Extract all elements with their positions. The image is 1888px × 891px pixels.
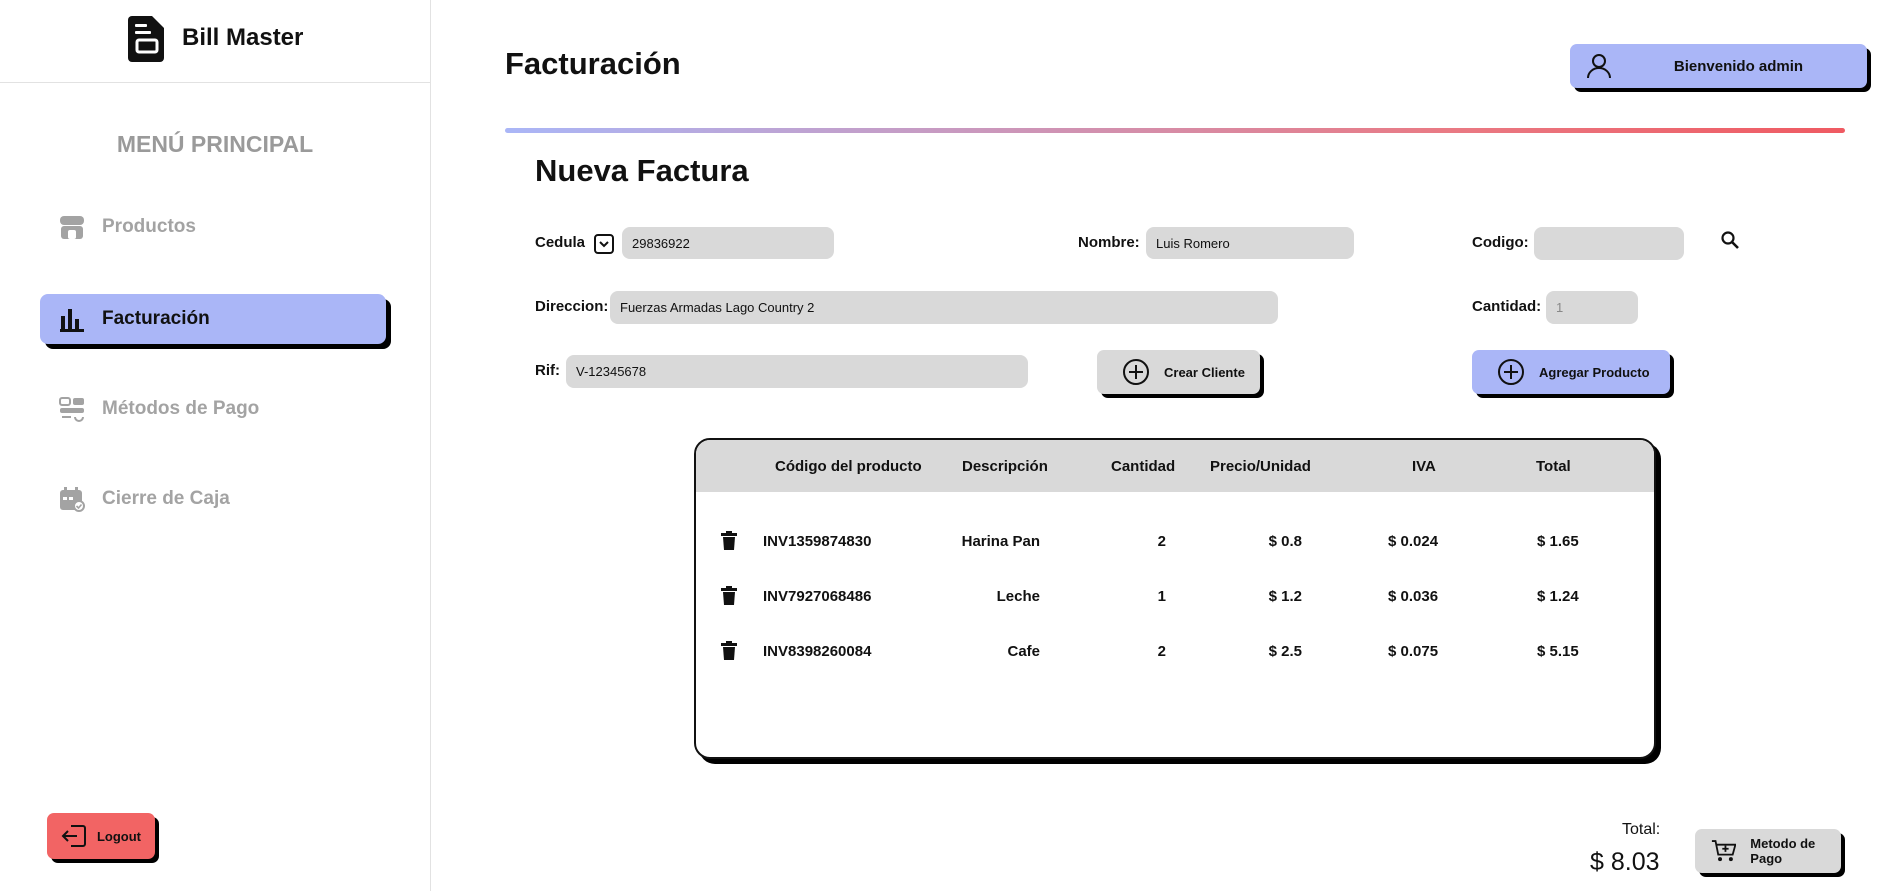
sidebar-item-metodos-de-pago[interactable]: Métodos de Pago	[40, 384, 386, 434]
user-menu-button[interactable]: Bienvenido admin	[1570, 44, 1867, 88]
logout-icon	[61, 824, 97, 848]
sidebar-item-label: Facturación	[102, 308, 210, 329]
trash-icon[interactable]	[720, 531, 738, 556]
codigo-label: Codigo:	[1472, 234, 1529, 251]
sidebar-item-productos[interactable]: Productos	[40, 202, 386, 252]
cell-cantidad: 1	[1157, 588, 1166, 605]
total-value: $ 8.03	[1590, 848, 1660, 876]
direccion-input[interactable]	[610, 291, 1278, 324]
table-row: INV1359874830 Harina Pan 2 $ 0.8 $ 0.024…	[696, 523, 1654, 563]
trash-icon[interactable]	[720, 586, 738, 611]
crear-cliente-button[interactable]: Crear Cliente	[1097, 350, 1260, 394]
direccion-label: Direccion:	[535, 298, 609, 315]
payment-methods-icon	[58, 395, 86, 423]
column-header-descripcion: Descripción	[962, 458, 1048, 475]
sidebar: Bill Master MENÚ PRINCIPAL Productos Fac…	[0, 0, 431, 891]
table-row: INV8398260084 Cafe 2 $ 2.5 $ 0.075 $ 5.1…	[696, 633, 1654, 673]
column-header-codigo: Código del producto	[775, 458, 922, 475]
cell-codigo: INV7927068486	[763, 588, 872, 605]
column-header-cantidad: Cantidad	[1111, 458, 1176, 475]
page-title: Facturación	[505, 46, 681, 81]
cell-cantidad: 2	[1157, 533, 1166, 550]
cell-total: $ 1.24	[1537, 588, 1579, 605]
rif-label: Rif:	[535, 362, 560, 379]
column-header-precio: Precio/Unidad	[1210, 458, 1311, 475]
search-icon[interactable]	[1720, 230, 1740, 255]
cell-descripcion: Cafe	[1007, 643, 1040, 660]
table-row: INV7927068486 Leche 1 $ 1.2 $ 0.036 $ 1.…	[696, 578, 1654, 618]
logout-label: Logout	[96, 828, 142, 844]
sidebar-item-facturacion[interactable]: Facturación	[40, 294, 386, 344]
table-header: Código del producto Descripción Cantidad…	[696, 440, 1654, 492]
cedula-label: Cedula	[535, 234, 586, 251]
document-icon	[128, 16, 164, 67]
header-divider	[505, 128, 1845, 133]
cart-icon	[1711, 840, 1737, 862]
welcome-text: Bienvenido admin	[1673, 57, 1804, 75]
trash-icon[interactable]	[720, 641, 738, 666]
metodo-de-pago-button[interactable]: Metodo de Pago	[1695, 829, 1841, 873]
invoice-table: Código del producto Descripción Cantidad…	[694, 438, 1656, 759]
cell-codigo: INV1359874830	[763, 533, 872, 550]
cedula-input[interactable]	[622, 227, 834, 259]
metodo-de-pago-label: Metodo de Pago	[1750, 836, 1816, 866]
menu-title: MENÚ PRINCIPAL	[116, 131, 314, 157]
nombre-input[interactable]	[1146, 227, 1354, 259]
sidebar-item-label: Métodos de Pago	[102, 398, 260, 419]
rif-input[interactable]	[566, 355, 1028, 388]
cell-precio: $ 1.2	[1268, 588, 1302, 605]
crear-cliente-label: Crear Cliente	[1164, 364, 1245, 380]
sidebar-item-label: Cierre de Caja	[102, 488, 230, 509]
plus-circle-icon	[1123, 359, 1149, 385]
cell-codigo: INV8398260084	[763, 643, 872, 660]
cell-iva: $ 0.075	[1388, 643, 1439, 660]
cantidad-label: Cantidad:	[1472, 298, 1542, 315]
cell-precio: $ 0.8	[1268, 533, 1302, 550]
sidebar-item-label: Productos	[102, 216, 196, 237]
plus-circle-icon	[1498, 359, 1524, 385]
logout-button[interactable]: Logout	[47, 813, 155, 859]
agregar-producto-label: Agregar Producto	[1539, 364, 1650, 380]
brand-header: Bill Master	[0, 0, 430, 83]
bar-chart-icon	[58, 305, 86, 333]
cantidad-input[interactable]	[1546, 291, 1638, 324]
cell-cantidad: 2	[1157, 643, 1166, 660]
agregar-producto-button[interactable]: Agregar Producto	[1472, 350, 1670, 394]
store-icon	[58, 213, 86, 241]
cell-descripcion: Leche	[996, 588, 1040, 605]
cell-iva: $ 0.036	[1388, 588, 1439, 605]
total-label: Total:	[1622, 821, 1661, 838]
cell-total: $ 1.65	[1537, 533, 1579, 550]
section-title: Nueva Factura	[535, 153, 749, 188]
cell-total: $ 5.15	[1537, 643, 1579, 660]
cell-descripcion: Harina Pan	[961, 533, 1040, 550]
app-name: Bill Master	[182, 24, 304, 51]
cell-iva: $ 0.024	[1388, 533, 1439, 550]
cell-precio: $ 2.5	[1268, 643, 1302, 660]
calendar-check-icon	[58, 485, 86, 513]
column-header-iva: IVA	[1412, 458, 1436, 475]
sidebar-item-cierre-de-caja[interactable]: Cierre de Caja	[40, 474, 386, 524]
nombre-label: Nombre:	[1078, 234, 1140, 251]
column-header-total: Total	[1536, 458, 1571, 475]
codigo-input[interactable]	[1534, 227, 1684, 260]
chevron-down-icon[interactable]	[594, 234, 614, 259]
